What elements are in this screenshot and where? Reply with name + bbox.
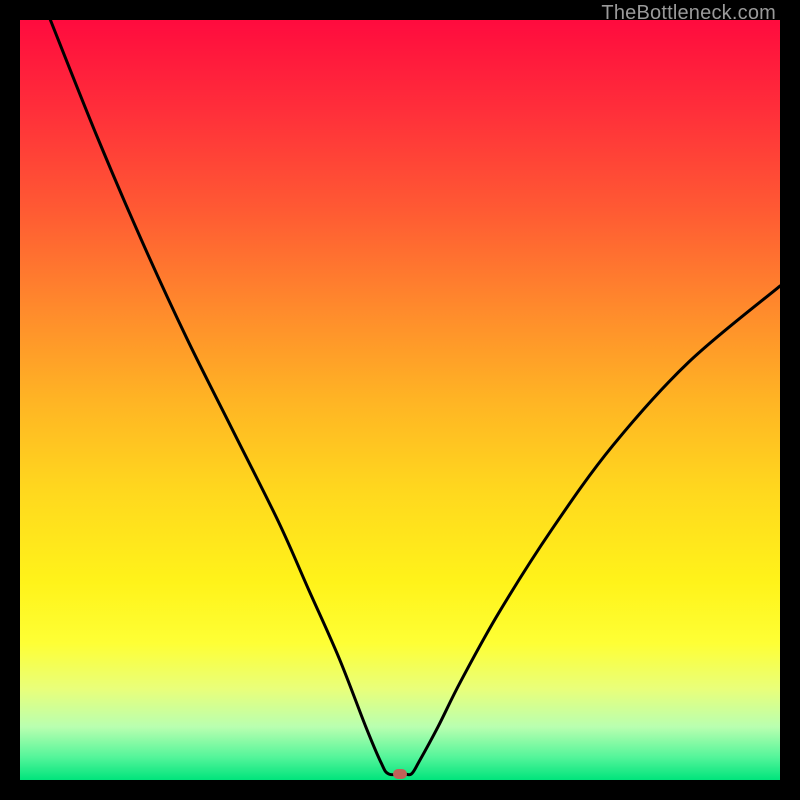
chart-frame: TheBottleneck.com [0,0,800,800]
min-marker [393,769,407,779]
bottleneck-path [50,20,780,775]
plot-area [20,20,780,780]
curve-svg [20,20,780,780]
